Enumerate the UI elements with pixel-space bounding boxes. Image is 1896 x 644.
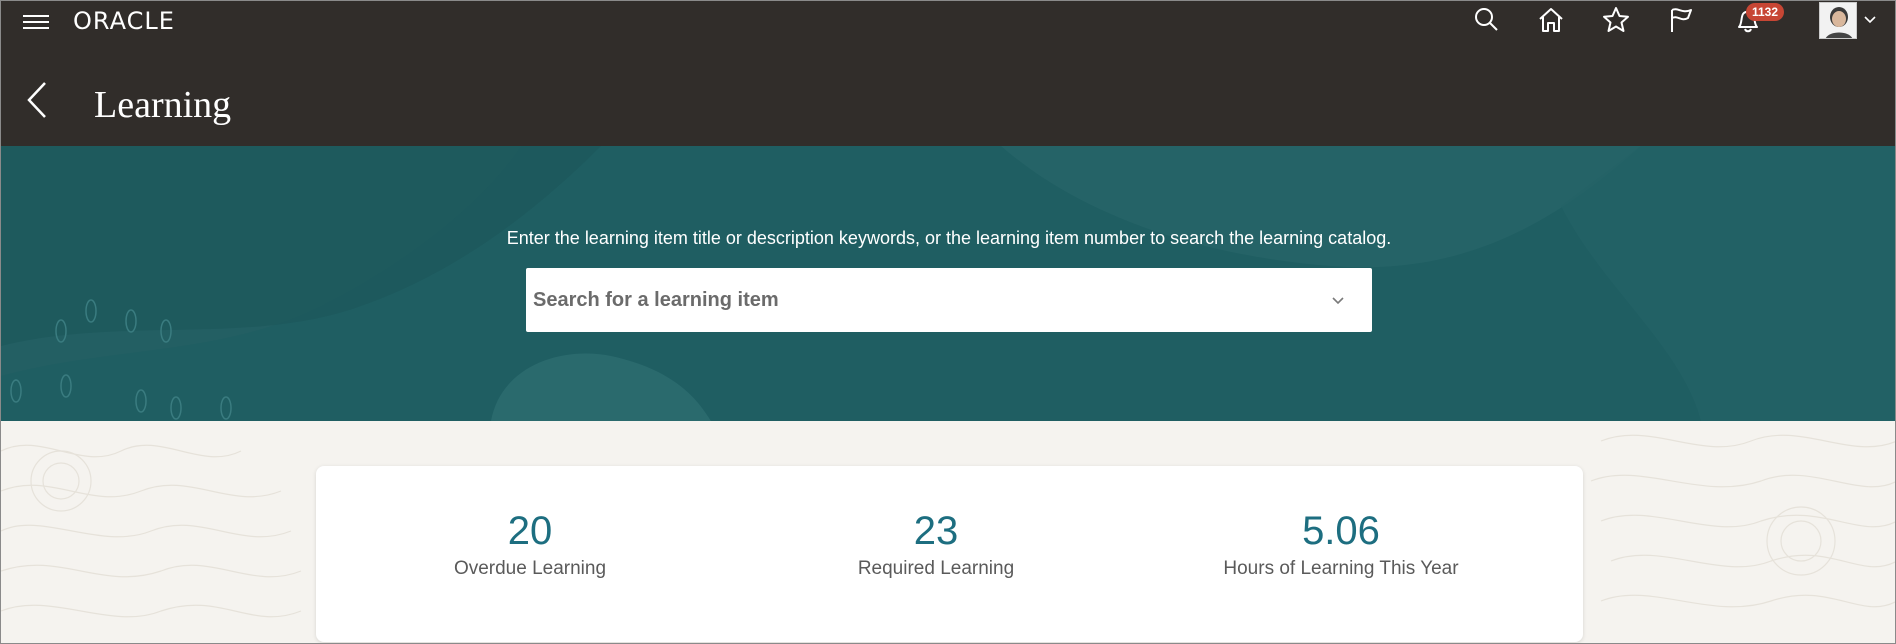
learning-search-box[interactable] (526, 268, 1372, 332)
search-input[interactable] (526, 268, 1316, 332)
metric-label: Overdue Learning (453, 558, 607, 579)
global-header: ORACLE 1132 Learning (1, 1, 1895, 146)
avatar[interactable] (1819, 2, 1857, 39)
notification-count-badge[interactable]: 1132 (1746, 3, 1785, 21)
home-icon[interactable] (1536, 5, 1566, 35)
metric-value: 20 (507, 509, 553, 553)
oracle-logo[interactable]: ORACLE (73, 7, 175, 35)
search-icon[interactable] (1471, 5, 1501, 35)
metric-hours-this-year[interactable]: 5.06 Hours of Learning This Year (1161, 508, 1521, 580)
search-banner: Enter the learning item title or descrip… (1, 146, 1895, 421)
metric-value: 23 (913, 509, 959, 553)
metric-overdue-learning[interactable]: 20 Overdue Learning (350, 508, 710, 580)
app-window: ORACLE 1132 Learning Enter the learning … (0, 0, 1896, 644)
metric-value: 5.06 (1302, 509, 1380, 553)
learning-summary-card: 20 Overdue Learning 23 Required Learning… (316, 466, 1583, 642)
search-instruction: Enter the learning item title or descrip… (506, 228, 1392, 248)
chevron-down-icon[interactable] (1330, 293, 1346, 309)
chevron-down-icon[interactable] (1863, 13, 1877, 27)
menu-icon[interactable] (23, 11, 49, 33)
star-icon[interactable] (1601, 5, 1631, 35)
page-title: Learning (94, 84, 232, 126)
metric-label: Required Learning (857, 558, 1015, 579)
flag-icon[interactable] (1666, 5, 1696, 35)
back-icon[interactable] (25, 81, 49, 119)
metric-label: Hours of Learning This Year (1223, 558, 1459, 579)
content-area: 20 Overdue Learning 23 Required Learning… (1, 421, 1895, 643)
metric-required-learning[interactable]: 23 Required Learning (756, 508, 1116, 580)
